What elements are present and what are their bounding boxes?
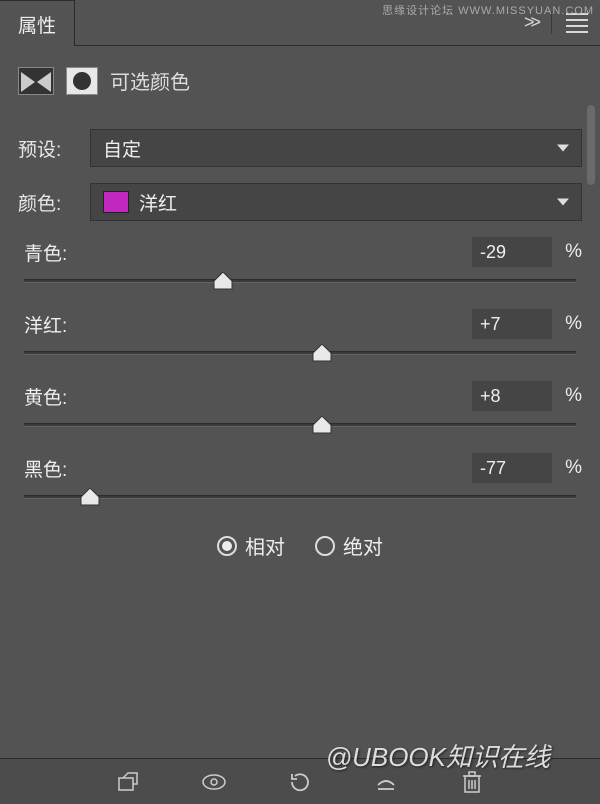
radio-absolute[interactable]: 绝对	[315, 531, 383, 560]
slider-value-input[interactable]	[472, 309, 552, 339]
color-swatch	[103, 191, 129, 213]
slider-label: 青色:	[18, 239, 472, 266]
watermark-bottom: @UBOOK知识在线	[326, 737, 550, 774]
slider-block: 洋红:%	[18, 309, 582, 355]
color-dropdown[interactable]: 洋红	[90, 183, 582, 221]
slider-unit: %	[552, 457, 582, 479]
slider-block: 黄色:%	[18, 381, 582, 427]
panel-body: 预设: 自定 颜色: 洋红 青色:%洋红:%黄色:%黑色:% 相对 绝对	[0, 105, 600, 560]
view-previous-icon[interactable]	[201, 769, 227, 795]
radio-relative[interactable]: 相对	[217, 531, 285, 560]
preset-value: 自定	[103, 135, 141, 162]
color-value: 洋红	[139, 189, 177, 216]
slider-block: 青色:%	[18, 237, 582, 283]
color-row: 颜色: 洋红	[18, 183, 582, 221]
slider-track[interactable]	[24, 495, 576, 499]
adjustment-header: 可选颜色	[0, 46, 600, 105]
slider-track[interactable]	[24, 279, 576, 283]
reset-icon[interactable]	[287, 769, 313, 795]
selective-color-icon[interactable]	[18, 67, 54, 95]
slider-track[interactable]	[24, 351, 576, 355]
tab-properties[interactable]: 属性	[0, 0, 75, 46]
slider-block: 黑色:%	[18, 453, 582, 499]
mask-icon[interactable]	[66, 67, 98, 95]
slider-label: 黄色:	[18, 383, 472, 410]
radio-icon	[315, 536, 335, 556]
slider-thumb[interactable]	[311, 416, 333, 434]
slider-track[interactable]	[24, 423, 576, 427]
adjustment-title: 可选颜色	[110, 66, 190, 95]
radio-relative-label: 相对	[245, 531, 285, 560]
preset-label: 预设:	[18, 135, 78, 162]
slider-value-input[interactable]	[472, 237, 552, 267]
slider-label: 洋红:	[18, 311, 472, 338]
scrollbar[interactable]	[587, 105, 595, 185]
preset-row: 预设: 自定	[18, 129, 582, 167]
radio-absolute-label: 绝对	[343, 531, 383, 560]
preset-dropdown[interactable]: 自定	[90, 129, 582, 167]
chevron-down-icon	[557, 199, 569, 206]
slider-unit: %	[552, 385, 582, 407]
clip-icon[interactable]	[115, 769, 141, 795]
slider-unit: %	[552, 313, 582, 335]
slider-value-input[interactable]	[472, 381, 552, 411]
radio-icon	[217, 536, 237, 556]
slider-thumb[interactable]	[79, 488, 101, 506]
slider-unit: %	[552, 241, 582, 263]
slider-label: 黑色:	[18, 455, 472, 482]
chevron-down-icon	[557, 145, 569, 152]
slider-thumb[interactable]	[311, 344, 333, 362]
slider-value-input[interactable]	[472, 453, 552, 483]
color-label: 颜色:	[18, 189, 78, 216]
slider-thumb[interactable]	[212, 272, 234, 290]
watermark-top: 思缘设计论坛 WWW.MISSYUAN.COM	[382, 2, 594, 18]
method-row: 相对 绝对	[18, 531, 582, 560]
properties-panel: 属性 >> 可选颜色 预设: 自定 颜色: 洋红 青色	[0, 0, 600, 804]
